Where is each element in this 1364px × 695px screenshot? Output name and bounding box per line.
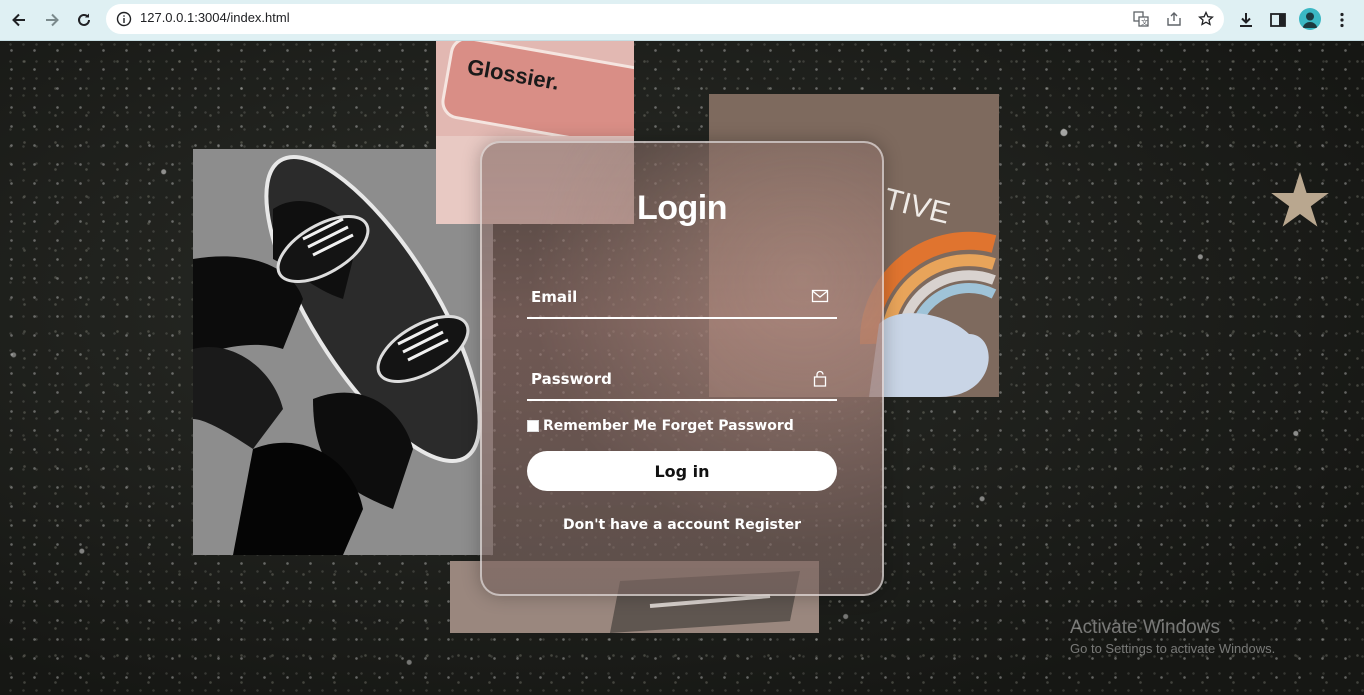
remember-row: Remember Me Forget Password: [527, 417, 847, 435]
password-field-wrapper: [527, 359, 837, 401]
star-decoration: [1271, 172, 1329, 227]
forgot-password-link[interactable]: Forget Password: [662, 418, 794, 434]
login-button[interactable]: Log in: [527, 451, 837, 491]
avatar-icon[interactable]: [1299, 8, 1321, 30]
email-field[interactable]: [527, 277, 803, 317]
reload-icon[interactable]: [72, 8, 96, 32]
download-icon[interactable]: [1234, 8, 1258, 32]
register-link[interactable]: Register: [734, 517, 801, 533]
browser-toolbar: 127.0.0.1:3004/index.html 文: [0, 0, 1364, 41]
no-account-text: Don't have a account: [563, 517, 730, 533]
back-arrow-icon[interactable]: [7, 8, 31, 32]
remember-label[interactable]: Remember Me: [543, 418, 657, 434]
register-line: Don't have a account Register: [482, 517, 882, 533]
login-card: Login Remember Me Forget Password Log in…: [480, 141, 884, 596]
star-icon[interactable]: [1197, 10, 1215, 28]
remember-checkbox[interactable]: [527, 420, 539, 432]
translate-icon[interactable]: 文: [1132, 10, 1150, 28]
share-icon[interactable]: [1165, 10, 1183, 28]
watermark-title: Activate Windows: [1070, 617, 1220, 638]
email-field-wrapper: [527, 277, 837, 319]
sidebar-icon[interactable]: [1266, 8, 1290, 32]
password-field[interactable]: [527, 359, 803, 399]
more-vert-icon[interactable]: [1330, 8, 1354, 32]
login-title: Login: [636, 189, 728, 227]
svg-text:文: 文: [1141, 18, 1148, 27]
url-text[interactable]: 127.0.0.1:3004/index.html: [140, 10, 290, 25]
lock-icon: [811, 369, 829, 387]
forward-arrow-icon[interactable]: [40, 8, 64, 32]
watermark-subtitle: Go to Settings to activate Windows.: [1070, 641, 1276, 656]
page-background: Glossier. TIVE Login Email Remember Me F…: [0, 41, 1364, 695]
address-bar[interactable]: 127.0.0.1:3004/index.html 文: [106, 4, 1224, 34]
info-icon[interactable]: [116, 11, 132, 27]
mail-icon: [811, 287, 829, 305]
activate-windows-watermark: Activate Windows Go to Settings to activ…: [1070, 617, 1275, 656]
